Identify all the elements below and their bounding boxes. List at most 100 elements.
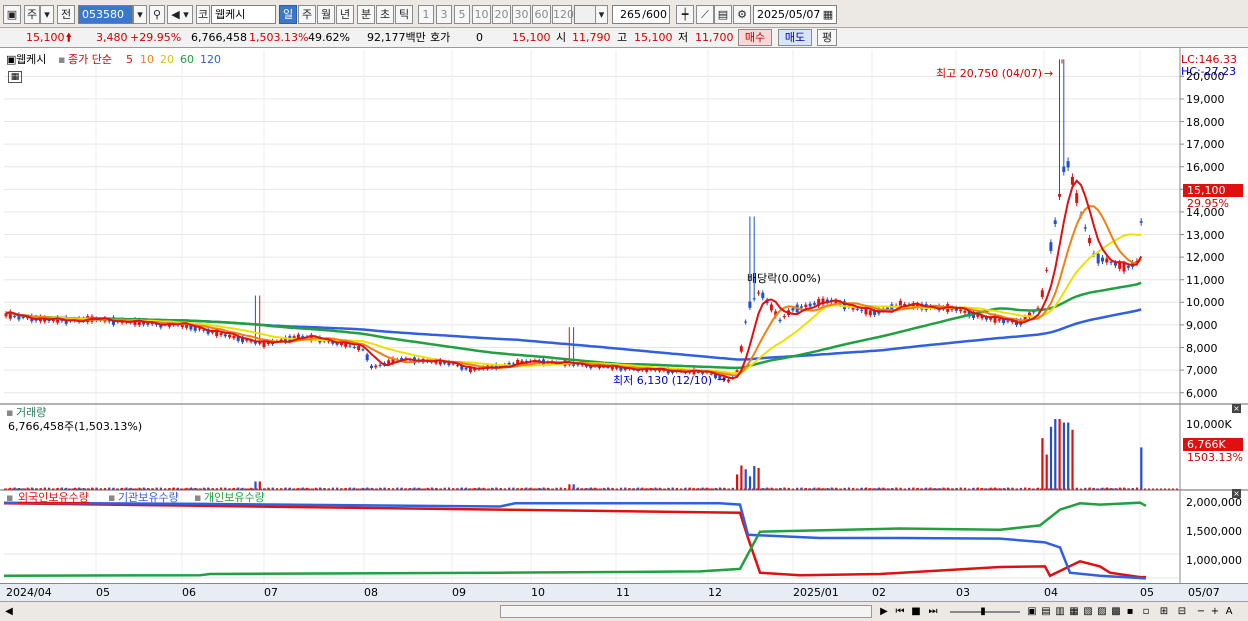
candle-body (791, 308, 795, 311)
interval-20[interactable]: 20 (492, 5, 511, 24)
zoom-out-icon[interactable]: − (1196, 605, 1206, 619)
first-icon[interactable]: ⏮ (893, 605, 907, 619)
legend-ma10: 10 (140, 53, 154, 66)
candle-body (739, 346, 743, 352)
count-field[interactable]: 265 /600 (612, 5, 670, 24)
stock-name-field[interactable]: 웹케시 (211, 5, 276, 24)
font-size-icon[interactable]: A (1224, 605, 1234, 619)
tab-tick[interactable]: 틱 (395, 5, 413, 24)
price-y-tick: 11,000 (1186, 273, 1225, 287)
layout-icon[interactable]: ▣ (3, 5, 21, 24)
hoga-label: 호가 (430, 31, 451, 44)
volume-panel-icon: ▪ (6, 406, 14, 419)
buy-button[interactable]: 매수 (738, 29, 772, 46)
tool-icon-11[interactable]: ⊟ (1176, 605, 1188, 619)
count-max: /600 (642, 8, 667, 21)
candle-body (374, 365, 378, 368)
legend-ma20: 20 (160, 53, 174, 66)
last-icon[interactable]: ⏭ (926, 605, 940, 619)
volume-bar (1062, 422, 1065, 490)
x-label-11: 03 (956, 586, 970, 599)
panel-icon[interactable]: ▣ (6, 53, 16, 66)
chart-svg[interactable] (0, 48, 1248, 601)
calendar-icon[interactable]: ▦ (820, 6, 836, 23)
tool-icon-5[interactable]: ▧ (1082, 605, 1094, 619)
x-label-14: 05/07 (1188, 586, 1220, 599)
tool-icon-8[interactable]: ▪ (1124, 605, 1136, 619)
zoom-in-icon[interactable]: + (1210, 605, 1220, 619)
candle-body (761, 292, 765, 299)
legend-sep2-icon: ▪ (194, 491, 202, 504)
candle-body (1096, 253, 1100, 264)
price-y-tick: 18,000 (1186, 115, 1225, 129)
tab-week[interactable]: 주 (298, 5, 316, 24)
candle-body (1036, 307, 1040, 309)
x-label-8: 12 (708, 586, 722, 599)
interval-dropdown-icon[interactable]: ▾ (595, 5, 608, 24)
candle-body (223, 334, 227, 337)
chart-area[interactable]: ▣ 웹케시 ▪ 종가 단순 5 10 20 60 120 ▦ LC:146.33… (0, 48, 1248, 601)
scroll-thumb[interactable] (500, 605, 872, 618)
candle-body (1118, 262, 1122, 269)
candle-body (1070, 176, 1074, 185)
eval-button[interactable]: 평 (817, 29, 837, 46)
high-label: 고 (617, 31, 628, 44)
table-icon[interactable]: ▦ (8, 71, 22, 83)
tool-icon-2[interactable]: ▤ (1040, 605, 1052, 619)
interval-30[interactable]: 30 (512, 5, 531, 24)
price-y-tick: 16,000 (1186, 160, 1225, 174)
gear-icon[interactable]: ⚙ (733, 5, 751, 24)
tool-icon-1[interactable]: ▣ (1026, 605, 1038, 619)
interval-3[interactable]: 3 (436, 5, 452, 24)
save-icon[interactable]: ▤ (714, 5, 732, 24)
event-annotation: 배당락(0.00%) (747, 272, 821, 285)
toolbar: ▣ 주 ▾ 전 053580 ▾ ⚲ ◀ ▾ 코 웹케시 일 주 월 년 분 초… (0, 0, 1248, 28)
compare-button[interactable]: 전 (57, 5, 75, 24)
x-label-0: 2024/04 (6, 586, 52, 599)
volume-bar (740, 465, 743, 490)
stock-code-input[interactable]: 053580 (78, 5, 133, 24)
volume-bar (744, 469, 747, 490)
up-arrow-icon: 🠙 (66, 31, 72, 44)
tool-icon-4[interactable]: ▦ (1068, 605, 1080, 619)
interval-10[interactable]: 10 (472, 5, 491, 24)
tab-minute[interactable]: 분 (357, 5, 375, 24)
legend-institution: 기관보유수량 (118, 491, 179, 504)
tab-year[interactable]: 년 (336, 5, 354, 24)
tab-day[interactable]: 일 (279, 5, 297, 24)
candle-type-icon[interactable]: ┿ (676, 5, 694, 24)
tab-second[interactable]: 초 (376, 5, 394, 24)
zoom-slider-icon[interactable]: ▮ (980, 605, 986, 619)
legend-ma120: 120 (200, 53, 221, 66)
interval-120[interactable]: 120 (552, 5, 574, 24)
x-label-9: 2025/01 (793, 586, 839, 599)
scroll-right-icon[interactable]: ▶ (878, 605, 890, 619)
bottom-scrollbar[interactable]: ◀ ▶ ⏮ ■ ⏭ ▮ ▣ ▤ ▥ ▦ ▧ ▨ ▩ ▪ ▫ ⊞ ⊟ − + A (0, 601, 1248, 621)
period-type-select[interactable]: 주 (24, 5, 40, 24)
tab-month[interactable]: 월 (317, 5, 335, 24)
interval-1[interactable]: 1 (418, 5, 434, 24)
volume-bar (1041, 438, 1044, 490)
tool-icon-6[interactable]: ▨ (1096, 605, 1108, 619)
code-dropdown-icon[interactable]: ▾ (133, 5, 147, 24)
candle-body (456, 365, 459, 367)
drawing-tool-icon[interactable]: ⟋ (696, 5, 714, 24)
tool-icon-9[interactable]: ▫ (1140, 605, 1152, 619)
holdings-close-icon[interactable]: × (1232, 489, 1241, 498)
search-icon[interactable]: ⚲ (149, 5, 165, 24)
current-pct-tag: 29.95% (1187, 197, 1229, 210)
close-icon[interactable]: × (1232, 404, 1241, 413)
interval-5[interactable]: 5 (454, 5, 470, 24)
volume-pct-tag: 1503.13% (1187, 451, 1243, 464)
tool-icon-10[interactable]: ⊞ (1158, 605, 1170, 619)
interval-60[interactable]: 60 (532, 5, 551, 24)
trade-amount: 92,177백만 (367, 31, 426, 44)
candle-body (1088, 237, 1092, 244)
stop-icon[interactable]: ■ (910, 605, 922, 619)
speaker-icon[interactable]: ◀ ▾ (167, 5, 193, 24)
scroll-left-icon[interactable]: ◀ (4, 605, 14, 619)
tool-icon-7[interactable]: ▩ (1110, 605, 1122, 619)
sell-button[interactable]: 매도 (778, 29, 812, 46)
chevron-down-icon[interactable]: ▾ (40, 5, 54, 24)
tool-icon-3[interactable]: ▥ (1054, 605, 1066, 619)
